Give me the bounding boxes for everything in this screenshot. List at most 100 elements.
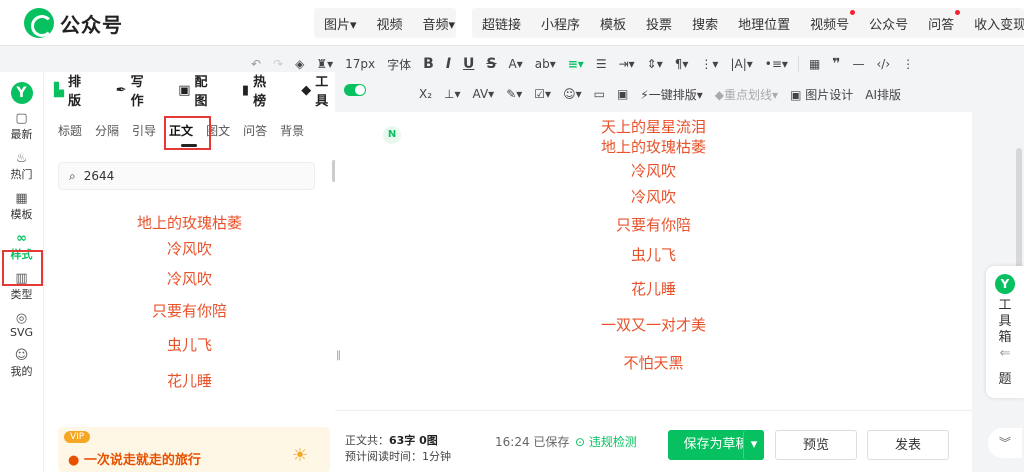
menu-official-account[interactable]: 公众号 [859,14,918,33]
highlight-button[interactable]: ◆重点划线▾ [709,86,784,103]
layout-toggle[interactable] [344,84,366,96]
tab-image[interactable]: ▣ 配图 [178,71,214,109]
tab-write[interactable]: ✒ 写作 [116,71,151,109]
tab-layout[interactable]: ▙ 排版 [54,71,88,109]
table-icon[interactable]: ▦ [803,57,826,71]
image-design-button[interactable]: ▣ 图片设计 [784,86,859,103]
editor-line[interactable]: 地上的玫瑰枯萎 [335,136,972,157]
expand-icon[interactable]: ︾ [988,428,1022,458]
nav-svg[interactable]: ◎ SVG [0,312,43,340]
tab-trending[interactable]: ▮ 热榜 [242,71,273,109]
italic-button[interactable]: I [440,56,457,72]
menu-miniprogram[interactable]: 小程序 [531,14,590,33]
editor-canvas[interactable]: N 天上的星星流泪 地上的玫瑰枯萎 冷风吹 冷风吹 只要有你陪 虫儿飞 花儿睡 … [335,112,972,410]
menu-search[interactable]: 搜索 [682,14,728,33]
menu-qa-label: 问答 [928,17,955,33]
eraser-icon[interactable]: ◈ [289,57,310,71]
save-dropdown-icon[interactable]: ▾ [743,430,764,460]
redo-icon[interactable]: ↷ [267,57,289,71]
menu-video[interactable]: 视频 [367,14,413,33]
menu-monetize[interactable]: 收入变现 [964,14,1024,33]
brand-logo[interactable]: Y [10,82,33,104]
menu-channels[interactable]: 视频号 [800,9,859,33]
resize-handle-icon[interactable]: ‖ [336,350,341,361]
indent-icon[interactable]: ⇥▾ [613,57,641,71]
editor-line[interactable]: 天上的星星流泪 [335,116,972,137]
menu-image[interactable]: 图片▾ [314,14,367,33]
more-icon[interactable]: ⋮ [896,57,920,71]
subtab-qa[interactable]: 问答 [243,122,267,139]
subtab-title[interactable]: 标题 [58,122,82,139]
letter-spacing-icon[interactable]: |A|▾ [724,57,758,71]
menu-template[interactable]: 模板 [590,14,636,33]
strike-button[interactable]: S [480,56,502,72]
divider-icon[interactable]: — [847,57,871,71]
highlight-box-body [164,116,211,150]
align-center-icon[interactable]: ☰ [590,57,613,71]
bg-color-button[interactable]: ab▾ [529,57,562,71]
nav-mine[interactable]: ☺ 我的 [0,349,43,379]
superscript-icon[interactable]: ⊥▾ [438,87,466,101]
style-item[interactable]: 虫儿飞 [44,334,335,355]
nav-label: 模板 [10,208,33,221]
emoji-icon[interactable]: ☺▾ [557,87,588,101]
search-input[interactable]: ⌕ 2644 [58,162,315,190]
list-icon[interactable]: ⋮▾ [694,57,724,71]
subtab-guide[interactable]: 引导 [132,122,156,139]
style-item[interactable]: 只要有你陪 [44,300,335,321]
menu-qa[interactable]: 问答 [918,9,964,33]
editor-line[interactable]: 一双又一对才美 [335,314,972,335]
magic-icon[interactable]: ✎▾ [500,87,528,101]
toolbox-panel[interactable]: Y 工 具 箱 ⇐ 题 [986,266,1024,398]
subscript-icon[interactable]: X₂ [413,87,438,101]
nav-hot[interactable]: ♨ 热门 [0,152,43,182]
vip-card[interactable]: VIP ● 一次说走就走的旅行 ☀ [58,427,330,472]
format-painter-icon[interactable]: ♜▾ [310,57,339,71]
editor-line[interactable]: 不怕天黑 [335,352,972,373]
tab-label: 工具 [315,75,329,109]
case-icon[interactable]: ▣ [611,87,634,101]
style-item[interactable]: 冷风吹 [44,238,335,259]
app-logo[interactable]: 公众号 [24,8,123,38]
av-icon[interactable]: AV▾ [467,87,501,101]
ai-layout-button[interactable]: AI排版 [859,86,907,103]
search-value: 2644 [83,169,115,183]
menu-hyperlink[interactable]: 超链接 [472,14,531,33]
nav-template[interactable]: ▦ 模板 [0,192,43,222]
align-left-icon[interactable]: ≡▾ [562,57,590,71]
html-icon[interactable]: ▭ [588,87,611,101]
nav-latest[interactable]: ▢ 最新 [0,112,43,142]
style-item[interactable]: 地上的玫瑰枯萎 [44,212,335,233]
code-icon[interactable]: ‹/› [871,57,897,71]
subtab-divider[interactable]: 分隔 [95,122,119,139]
menu-audio[interactable]: 音频▾ [413,14,466,33]
editor-line[interactable]: 花儿睡 [335,278,972,299]
menu-vote[interactable]: 投票 [636,14,682,33]
bold-button[interactable]: B [417,56,440,72]
font-family-select[interactable]: 字体 [381,56,417,73]
compliance-check[interactable]: ⊙ 违规检测 [575,433,637,450]
paragraph-icon[interactable]: ¶▾ [669,57,695,71]
preview-button[interactable]: 预览 [775,430,857,460]
tab-tools[interactable]: ◆ 工具 [301,71,335,109]
sun-icon: ☀ [291,445,308,466]
editor-line[interactable]: 冷风吹 [335,160,972,181]
check-icon[interactable]: ☑▾ [528,87,557,101]
editor-line[interactable]: 虫儿飞 [335,244,972,265]
editor-line[interactable]: 只要有你陪 [335,214,972,235]
quote-icon[interactable]: ❞ [826,56,846,72]
line-height-icon[interactable]: ⇕▾ [641,57,669,71]
menu-location[interactable]: 地理位置 [728,14,800,33]
style-item[interactable]: 冷风吹 [44,268,335,289]
style-item[interactable]: 花儿睡 [44,370,335,391]
undo-icon[interactable]: ↶ [245,57,267,71]
bullet-list-icon[interactable]: •≡▾ [759,57,794,71]
font-color-button[interactable]: A▾ [503,57,529,71]
subtab-background[interactable]: 背景 [280,122,304,139]
publish-button[interactable]: 发表 [867,430,949,460]
underline-button[interactable]: U [457,56,480,72]
editor-line[interactable]: 冷风吹 [335,186,972,207]
font-size-select[interactable]: 17px [339,57,381,71]
format-toolbar-2: X₂ ⊥▾ AV▾ ✎▾ ☑▾ ☺▾ ▭ ▣ ⚡一键排版▾ ◆重点划线▾ ▣ 图… [335,80,1024,108]
one-click-layout-button[interactable]: ⚡一键排版▾ [634,86,708,103]
